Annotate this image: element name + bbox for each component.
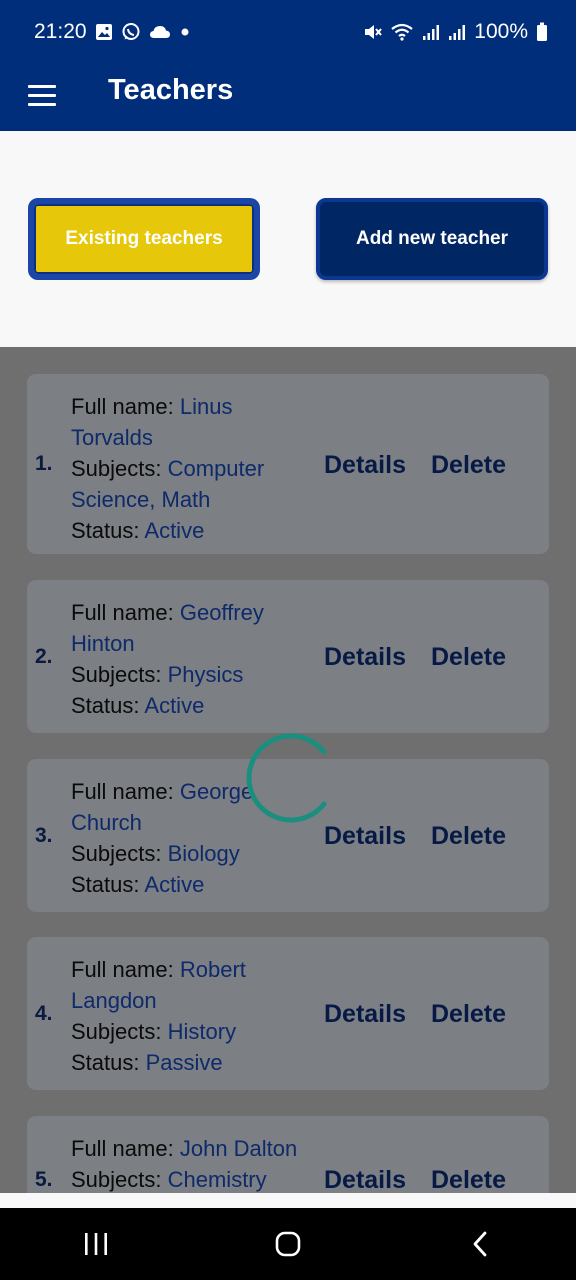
cloud-icon xyxy=(149,24,171,40)
teacher-name-cont: Hinton xyxy=(71,631,135,656)
teacher-card: 1. Full name: Linus Torvalds Subjects: C… xyxy=(27,374,549,554)
signal-icon xyxy=(448,23,466,41)
back-icon[interactable] xyxy=(450,1214,510,1274)
status-label: Status: xyxy=(71,872,140,897)
details-button[interactable]: Details xyxy=(324,451,406,480)
teacher-subjects: Physics xyxy=(167,662,244,687)
app-bar: Teachers xyxy=(0,64,576,131)
teacher-status: Active xyxy=(144,872,205,897)
tabs-area: Existing teachers Add new teacher xyxy=(0,131,576,347)
teacher-subjects: History xyxy=(167,1019,237,1044)
battery-percent: 100% xyxy=(474,20,528,43)
teacher-name-cont: Torvalds xyxy=(71,425,153,450)
teacher-subjects-cont: Science, Math xyxy=(71,487,211,512)
full-name-label: Full name: xyxy=(71,1136,174,1161)
teacher-card: 4. Full name: Robert Langdon Subjects: H… xyxy=(27,937,549,1090)
subjects-label: Subjects: xyxy=(71,1019,162,1044)
delete-button[interactable]: Delete xyxy=(431,1166,506,1193)
status-left: 21:20 xyxy=(34,20,191,44)
wifi-icon xyxy=(390,22,414,42)
teacher-subjects: Chemistry xyxy=(167,1167,267,1192)
signal-icon xyxy=(422,23,440,41)
subjects-label: Subjects: xyxy=(71,456,162,481)
teacher-number: 5. xyxy=(35,1168,53,1191)
full-name-label: Full name: xyxy=(71,394,174,419)
teacher-subjects: Computer xyxy=(167,456,265,481)
full-name-label: Full name: xyxy=(71,600,174,625)
gallery-icon xyxy=(95,23,113,41)
subjects-label: Subjects: xyxy=(71,841,162,866)
subjects-label: Subjects: xyxy=(71,1167,162,1192)
teacher-name: Geoffrey xyxy=(179,600,264,625)
full-name-label: Full name: xyxy=(71,957,174,982)
teacher-number: 2. xyxy=(35,645,53,668)
teacher-number: 3. xyxy=(35,824,53,847)
teacher-name-cont: Langdon xyxy=(71,988,157,1013)
teacher-name: John Dalton xyxy=(179,1136,298,1161)
system-nav-bar xyxy=(0,1208,576,1280)
details-button[interactable]: Details xyxy=(324,1166,406,1193)
teacher-subjects: Biology xyxy=(167,841,240,866)
teacher-number: 4. xyxy=(35,1002,53,1025)
delete-button[interactable]: Delete xyxy=(431,643,506,672)
teacher-status: Passive xyxy=(145,1050,223,1075)
status-bar: 21:20 100% xyxy=(0,0,576,64)
delete-button[interactable]: Delete xyxy=(431,451,506,480)
teacher-info: Full name: Geoffrey Hinton Subjects: Phy… xyxy=(71,597,311,721)
details-button[interactable]: Details xyxy=(324,643,406,672)
delete-button[interactable]: Delete xyxy=(431,822,506,851)
page-title: Teachers xyxy=(108,74,234,106)
teacher-status: Active xyxy=(144,518,205,543)
details-button[interactable]: Details xyxy=(324,1000,406,1029)
teacher-name: Robert xyxy=(179,957,246,982)
teacher-status: Active xyxy=(144,693,205,718)
details-button[interactable]: Details xyxy=(324,822,406,851)
status-time: 21:20 xyxy=(34,20,87,43)
home-icon[interactable] xyxy=(258,1214,318,1274)
add-new-teacher-button[interactable]: Add new teacher xyxy=(316,198,548,280)
teacher-card: 2. Full name: Geoffrey Hinton Subjects: … xyxy=(27,580,549,733)
hamburger-menu-icon[interactable] xyxy=(28,80,58,110)
full-name-label: Full name: xyxy=(71,779,174,804)
teacher-number: 1. xyxy=(35,452,53,475)
status-label: Status: xyxy=(71,693,140,718)
loading-spinner-icon xyxy=(240,730,336,826)
status-label: Status: xyxy=(71,518,140,543)
existing-teachers-button[interactable]: Existing teachers xyxy=(28,198,260,280)
recent-apps-icon[interactable] xyxy=(66,1214,126,1274)
battery-icon xyxy=(536,22,548,42)
status-right: 100% xyxy=(362,20,548,44)
subjects-label: Subjects: xyxy=(71,662,162,687)
whatsapp-icon xyxy=(121,22,141,42)
teacher-name: Linus xyxy=(179,394,233,419)
teacher-info: Full name: Linus Torvalds Subjects: Comp… xyxy=(71,391,311,546)
teacher-info: Full name: Robert Langdon Subjects: Hist… xyxy=(71,954,311,1078)
delete-button[interactable]: Delete xyxy=(431,1000,506,1029)
teacher-info: Full name: John Dalton Subjects: Chemist… xyxy=(71,1133,331,1193)
status-label: Status: xyxy=(71,1050,140,1075)
dot-icon xyxy=(179,26,191,38)
teacher-card: 5. Full name: John Dalton Subjects: Chem… xyxy=(27,1116,549,1193)
mute-icon xyxy=(362,22,383,42)
